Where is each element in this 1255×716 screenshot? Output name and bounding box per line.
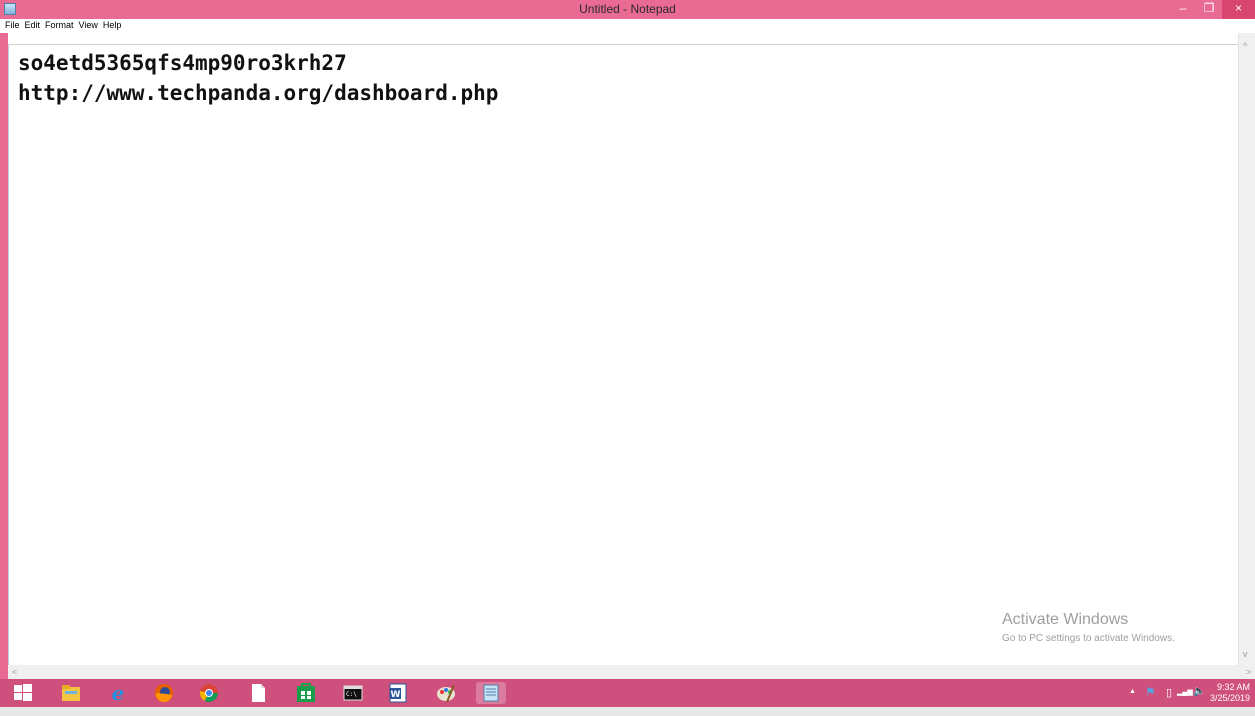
maximize-button[interactable]: ❐ [1196, 0, 1222, 19]
menu-view[interactable]: View [77, 19, 100, 31]
firefox-icon[interactable] [153, 682, 175, 704]
start-icon[interactable] [12, 682, 34, 704]
clock-time: 9:32 AM [1216, 682, 1250, 692]
editor-line-2: http://www.techpanda.org/dashboard.php [18, 81, 499, 105]
menu-file[interactable]: File [1, 19, 22, 31]
watermark-subtitle: Go to PC settings to activate Windows. [1002, 633, 1175, 644]
taskbar: e C:\ W ▲ ⚑ ▯ ▂▄▆ 🔈 9:32 AM 3/25/2019 [0, 679, 1255, 707]
taskbar-clock[interactable]: 9:32 AM 3/25/2019 [1210, 682, 1250, 704]
editor-line-1: so4etd5365qfs4mp90ro3krh27 [18, 51, 347, 75]
store-icon[interactable] [295, 682, 317, 704]
activate-windows-watermark: Activate Windows Go to PC settings to ac… [1002, 610, 1175, 646]
menu-help[interactable]: Help [101, 19, 124, 31]
internet-explorer-icon[interactable]: e [107, 681, 129, 705]
action-center-flag-icon[interactable]: ⚑ [1145, 685, 1156, 713]
minimize-button[interactable]: – [1170, 0, 1196, 19]
scroll-right-arrow-icon[interactable]: > [1246, 667, 1251, 677]
editor-content[interactable]: so4etd5365qfs4mp90ro3krh27 http://www.tec… [18, 48, 498, 108]
horizontal-scrollbar[interactable]: < > [8, 665, 1255, 679]
network-signal-icon[interactable]: ▂▄▆ [1177, 688, 1193, 716]
svg-text:W: W [391, 690, 401, 700]
menu-bar: File Edit Format View Help [5, 19, 1255, 33]
menu-format[interactable]: Format [43, 19, 76, 31]
text-editor[interactable]: so4etd5365qfs4mp90ro3krh27 http://www.tec… [8, 44, 1238, 665]
blank-document-icon[interactable] [247, 682, 269, 704]
command-prompt-icon[interactable]: C:\ [342, 682, 364, 704]
clock-date: 3/25/2019 [1210, 693, 1251, 703]
window-title: Untitled - Notepad [579, 2, 676, 16]
volume-icon[interactable]: 🔈 [1193, 686, 1205, 714]
notepad-icon[interactable] [476, 682, 506, 704]
scroll-up-arrow-icon[interactable]: ^ [1243, 41, 1247, 51]
show-hidden-icons-icon[interactable]: ▲ [1129, 688, 1136, 716]
paint-icon[interactable] [435, 682, 457, 704]
vertical-scrollbar[interactable]: ^ v [1238, 33, 1255, 665]
file-explorer-icon[interactable] [60, 682, 82, 704]
svg-text:e: e [112, 682, 125, 704]
menu-edit[interactable]: Edit [23, 19, 43, 31]
notepad-window: Untitled - Notepad – ❐ × File Edit Format V… [0, 0, 1255, 679]
title-bar[interactable]: Untitled - Notepad – ❐ × [0, 0, 1255, 19]
word-icon[interactable]: W [387, 682, 409, 704]
svg-text:C:\: C:\ [346, 691, 357, 698]
battery-icon[interactable]: ▯ [1166, 686, 1172, 714]
chrome-icon[interactable] [198, 682, 220, 704]
scroll-down-arrow-icon[interactable]: v [1243, 649, 1248, 659]
close-button[interactable]: × [1222, 0, 1255, 19]
scroll-left-arrow-icon[interactable]: < [12, 667, 17, 677]
watermark-title: Activate Windows [1002, 611, 1129, 628]
